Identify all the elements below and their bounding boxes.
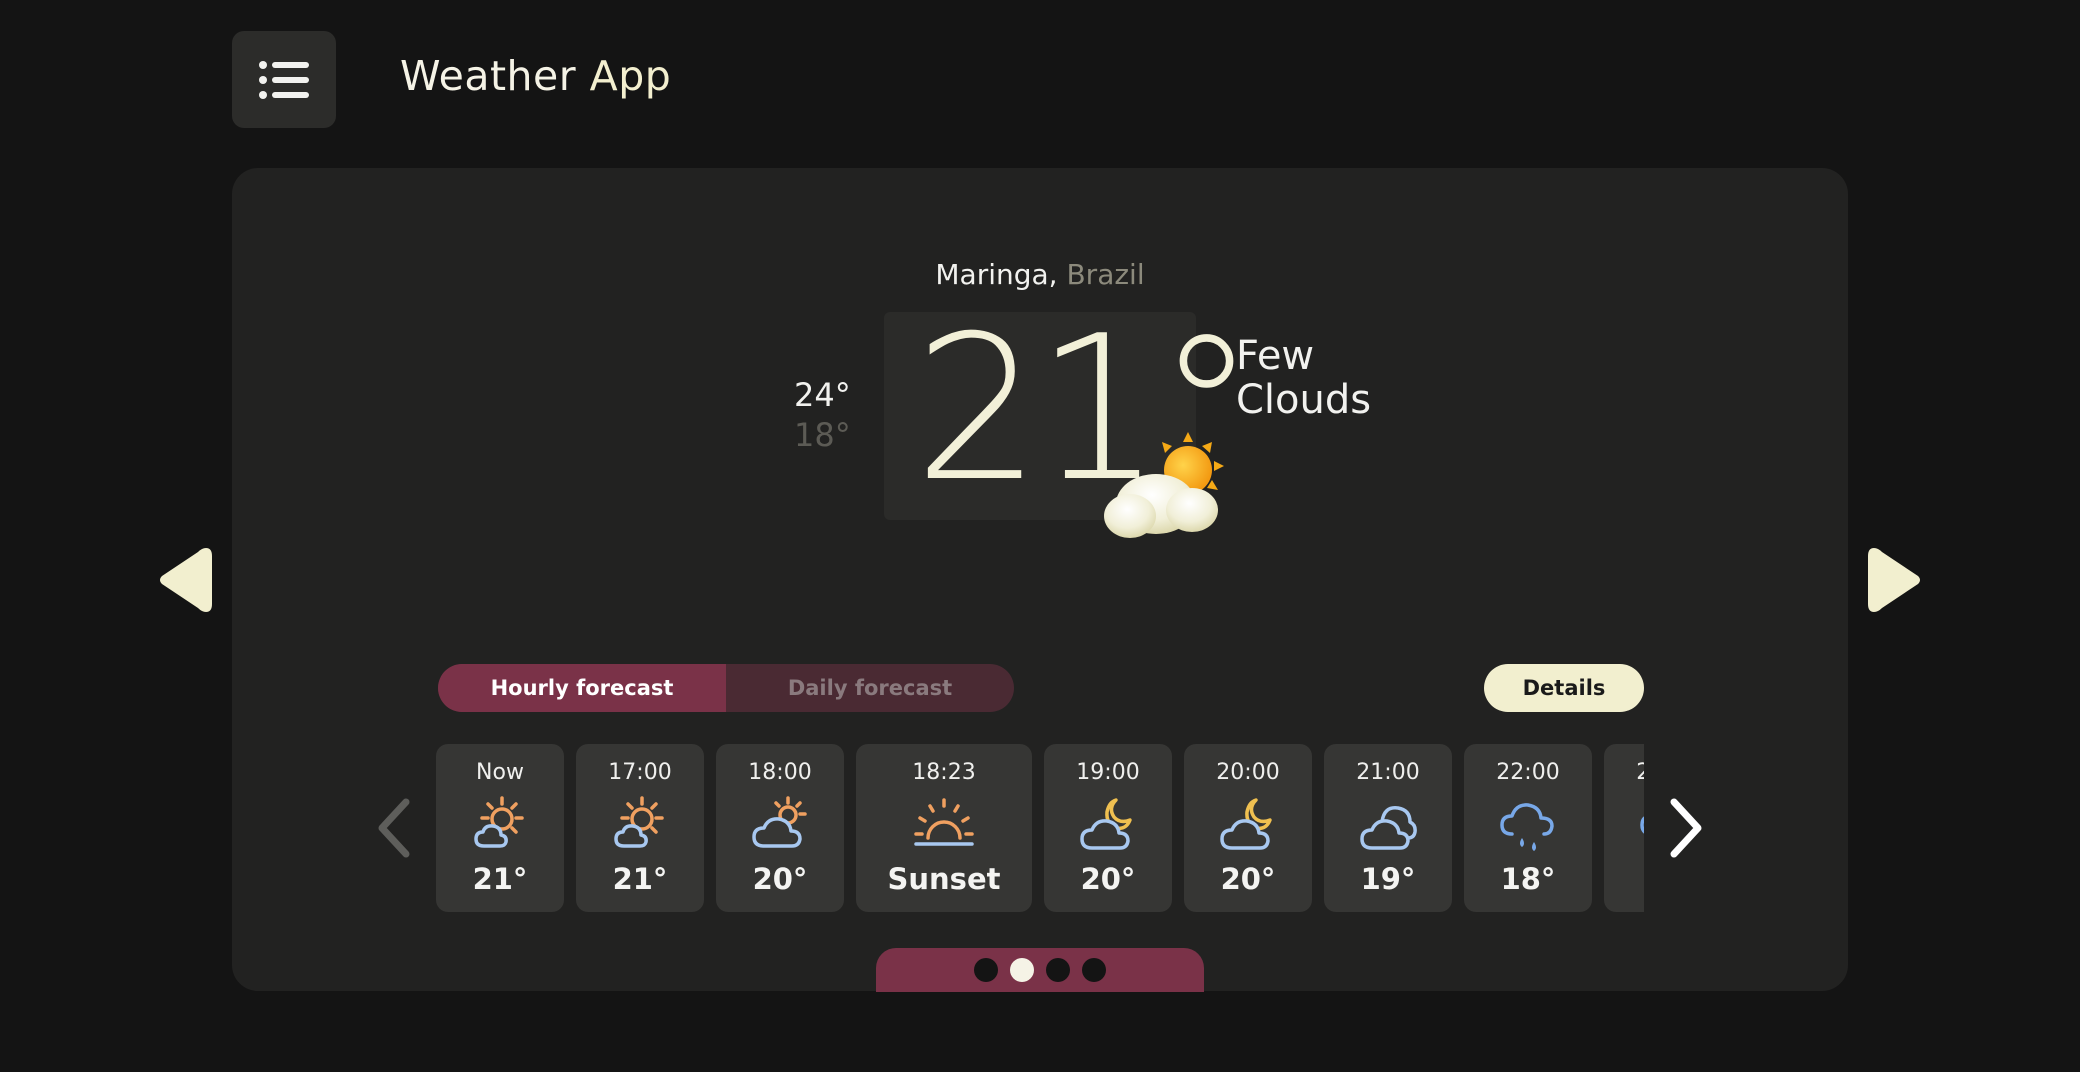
condition-label: Few Clouds bbox=[1236, 334, 1371, 422]
hourly-time: 19:00 bbox=[1076, 760, 1140, 785]
app-title-accent: App bbox=[589, 52, 672, 100]
tab-daily-forecast[interactable]: Daily forecast bbox=[726, 664, 1014, 712]
hourly-time: 23:00 bbox=[1636, 760, 1644, 785]
app-title: Weather App bbox=[400, 52, 671, 100]
hourly-time: 21:00 bbox=[1356, 760, 1420, 785]
app-title-main: Weather bbox=[400, 52, 590, 100]
hourly-temperature: 20° bbox=[1080, 862, 1136, 896]
page-indicator bbox=[876, 948, 1204, 992]
sunset-icon bbox=[914, 798, 974, 846]
hourly-item-2000[interactable]: 20:00 20° bbox=[1184, 744, 1312, 912]
hourly-item-1700[interactable]: 17:00 21° bbox=[576, 744, 704, 912]
partly-sunny-icon bbox=[614, 796, 664, 848]
page-dot-3[interactable] bbox=[1046, 958, 1070, 982]
condition-line-1: Few bbox=[1236, 333, 1315, 379]
hourly-time: 18:00 bbox=[748, 760, 812, 785]
hourly-time: Now bbox=[476, 760, 524, 785]
hourly-item-1900[interactable]: 19:00 20° bbox=[1044, 744, 1172, 912]
cloudy-icon bbox=[1360, 806, 1417, 850]
hourly-forecast-list: Now 21° 17:00 21° 18:00 20° 18:23 Sunset… bbox=[436, 744, 1644, 914]
hourly-item-now[interactable]: Now 21° bbox=[436, 744, 564, 912]
hourly-temperature: 21° bbox=[472, 862, 528, 896]
city-name: Maringa, bbox=[935, 258, 1058, 291]
forecast-tabs: Hourly forecast Daily forecast bbox=[438, 664, 1014, 712]
previous-location-arrow[interactable] bbox=[156, 544, 216, 616]
tab-hourly-forecast[interactable]: Hourly forecast bbox=[438, 664, 726, 712]
hourly-temperature: 19° bbox=[1360, 862, 1416, 896]
hourly-item-sunset[interactable]: 18:23 Sunset bbox=[856, 744, 1032, 912]
chevron-right-icon[interactable] bbox=[1664, 796, 1704, 860]
country-name: Brazil bbox=[1066, 258, 1145, 291]
menu-button[interactable] bbox=[232, 31, 336, 128]
cloud-sun-icon bbox=[752, 796, 807, 848]
rain-icon bbox=[1500, 803, 1554, 851]
hourly-temperature: 18° bbox=[1500, 862, 1556, 896]
hourly-item-2100[interactable]: 21:00 19° bbox=[1324, 744, 1452, 912]
rain-icon bbox=[1640, 816, 1644, 834]
page-dot-1[interactable] bbox=[974, 958, 998, 982]
chevron-left-icon[interactable] bbox=[376, 796, 416, 860]
hourly-time: 22:00 bbox=[1496, 760, 1560, 785]
hourly-time: 20:00 bbox=[1216, 760, 1280, 785]
partly-sunny-icon bbox=[474, 796, 524, 848]
hourly-time: 18:23 bbox=[912, 760, 976, 785]
low-temperature: 18° bbox=[794, 416, 851, 454]
hourly-temperature: 21° bbox=[612, 862, 668, 896]
hourly-time: 17:00 bbox=[608, 760, 672, 785]
details-button[interactable]: Details bbox=[1484, 664, 1644, 712]
page-dot-2[interactable] bbox=[1010, 958, 1034, 982]
page-dot-4[interactable] bbox=[1082, 958, 1106, 982]
sun-behind-cloud-icon bbox=[1104, 432, 1224, 538]
list-icon bbox=[259, 60, 309, 99]
condition-line-2: Clouds bbox=[1236, 377, 1372, 423]
cloud-moon-icon bbox=[1220, 798, 1272, 850]
next-location-arrow[interactable] bbox=[1864, 544, 1924, 616]
high-temperature: 24° bbox=[794, 376, 851, 414]
hourly-item-2200[interactable]: 22:00 18° bbox=[1464, 744, 1592, 912]
hourly-temperature: 20° bbox=[1220, 862, 1276, 896]
cloud-moon-icon bbox=[1080, 798, 1132, 850]
hourly-temperature: 20° bbox=[752, 862, 808, 896]
location-label: Maringa, Brazil bbox=[0, 258, 2080, 291]
hourly-temperature: Sunset bbox=[887, 862, 1001, 896]
hourly-item-1800[interactable]: 18:00 20° bbox=[716, 744, 844, 912]
hourly-item-2300[interactable]: 23:00 bbox=[1604, 744, 1644, 912]
